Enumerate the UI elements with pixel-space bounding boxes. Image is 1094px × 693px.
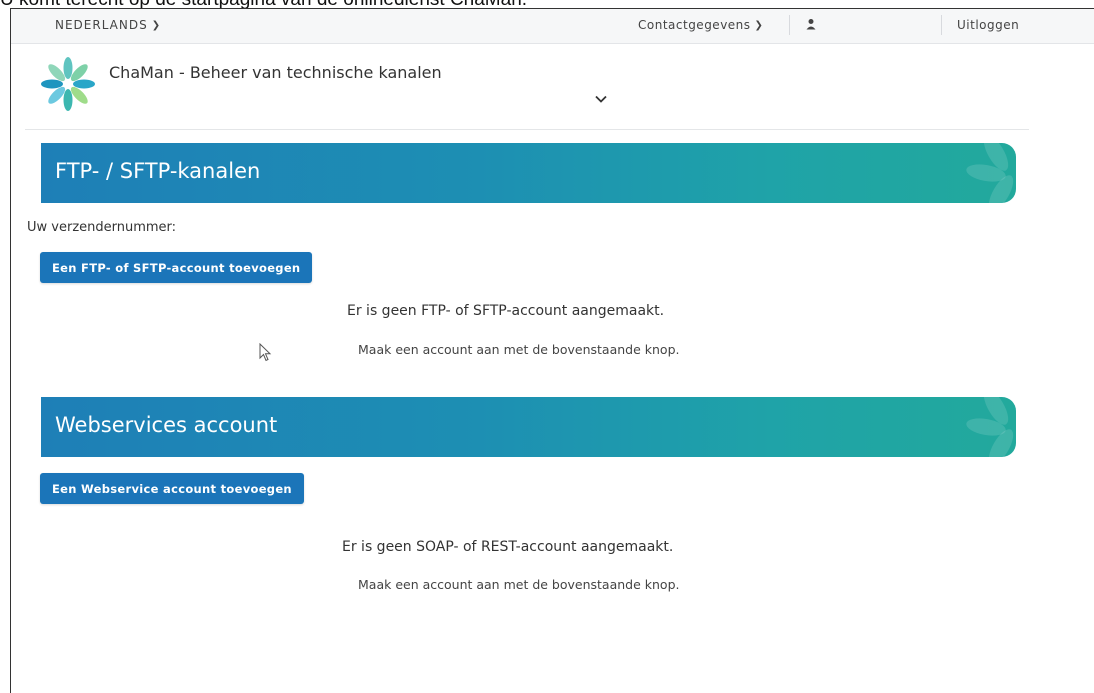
webservices-section-banner: Webservices account (41, 397, 1016, 457)
ws-empty-message: Er is geen SOAP- of REST-account aangema… (342, 539, 674, 555)
logout-link[interactable]: Uitloggen (957, 18, 1019, 32)
divider (789, 15, 790, 35)
ftp-section-banner: FTP- / SFTP-kanalen (41, 143, 1016, 203)
sender-number-label: Uw verzendernummer: (27, 220, 177, 235)
app-title: ChaMan - Beheer van technische kanalen (109, 63, 442, 82)
contact-menu[interactable]: Contactgegevens ❯ (638, 18, 763, 32)
leaf-decoration-icon (966, 143, 1014, 203)
chevron-down-icon: ❯ (151, 20, 162, 31)
add-webservice-account-button[interactable]: Een Webservice account toevoegen (40, 473, 304, 504)
chaman-logo-icon (41, 57, 95, 111)
ftp-empty-hint: Maak een account aan met de bovenstaande… (358, 342, 680, 357)
chevron-down-icon: ❯ (754, 20, 764, 31)
ws-empty-hint: Maak een account aan met de bovenstaande… (358, 577, 680, 592)
divider (941, 15, 942, 35)
leaf-decoration-icon (966, 397, 1014, 457)
mouse-cursor-icon (259, 343, 272, 362)
language-label: NEDERLANDS (55, 18, 148, 32)
app-header: ChaMan - Beheer van technische kanalen (25, 43, 1029, 130)
ftp-empty-message: Er is geen FTP- of SFTP-account aangemaa… (347, 303, 665, 319)
language-selector[interactable]: NEDERLANDS ❯ (55, 18, 161, 32)
ftp-section-title: FTP- / SFTP-kanalen (55, 159, 261, 183)
user-icon[interactable] (806, 18, 816, 30)
add-ftp-account-button[interactable]: Een FTP- of SFTP-account toevoegen (40, 252, 313, 283)
chevron-down-icon[interactable] (595, 95, 607, 103)
top-utility-bar: NEDERLANDS ❯ Contactgegevens ❯ Uitloggen (11, 9, 1094, 44)
browser-frame: NEDERLANDS❯ Contactgegevens❯ Uitloggen (10, 8, 1094, 693)
contact-label: Contactgegevens (638, 18, 751, 32)
webservices-section-title: Webservices account (55, 413, 278, 437)
